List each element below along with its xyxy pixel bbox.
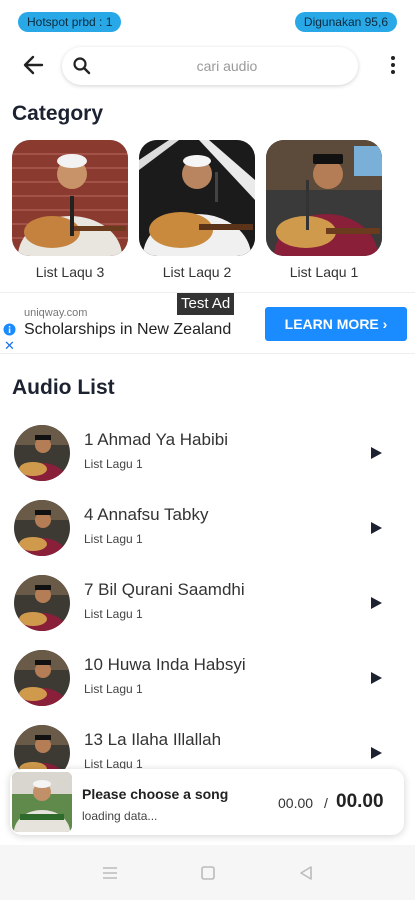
more-vert-icon [385,56,401,74]
player-song-title: Please choose a song [82,786,229,802]
total-time: 00.00 [336,791,384,812]
audio-title: 10 Huwa Inda Habsyi [84,655,246,674]
audio-list-heading: Audio List [12,376,115,399]
ad-headline[interactable]: Scholarships in New Zealand [24,321,231,339]
learn-more-button[interactable]: LEARN MORE › [265,307,407,341]
audio-thumbnail [14,500,70,556]
search-bar[interactable] [62,47,358,85]
arrow-left-icon [23,55,44,75]
ad-close-icon[interactable]: ✕ [4,339,15,352]
player-thumbnail [12,772,72,832]
category-heading: Category [12,102,104,125]
play-icon[interactable] [368,445,384,461]
audio-subtitle: List Lagu 1 [84,607,143,621]
play-icon[interactable] [368,745,384,761]
chevron-right-icon: › [382,316,388,332]
menu-icon[interactable] [100,863,120,883]
hotspot-status: Hotspot prbd : 1 [18,12,122,32]
audio-title: 1 Ahmad Ya Habibi [84,430,228,449]
ad-domain: uniqway.com [24,307,88,319]
mini-player[interactable]: Please choose a song loading data... 00.… [10,769,404,835]
current-time: 00.00 [278,795,314,811]
category-card[interactable]: List Laqu 1 [266,140,382,280]
audio-list-item[interactable]: 10 Huwa Inda Habsyi List Lagu 1 [0,650,415,720]
category-label: List Laqu 3 [35,264,105,280]
audio-list-item[interactable]: 1 Ahmad Ya Habibi List Lagu 1 [0,425,415,495]
time-separator: / [324,795,328,811]
audio-subtitle: List Lagu 1 [84,457,143,471]
search-icon [73,57,91,75]
back-button[interactable] [20,51,48,79]
system-nav-bar [0,845,415,900]
audio-thumbnail [14,650,70,706]
audio-subtitle: List Lagu 1 [84,532,143,546]
category-thumbnail [266,140,382,256]
audio-title: 7 Bil Qurani Saamdhi [84,580,245,599]
triangle-back-icon[interactable] [296,863,316,883]
audio-title: 4 Annafsu Tabky [84,505,209,524]
audio-subtitle: List Lagu 1 [84,682,143,696]
top-bar [0,45,415,87]
search-input[interactable] [102,47,352,85]
square-home-icon[interactable] [198,863,218,883]
category-label: List Laqu 2 [162,264,232,280]
learn-more-label: LEARN MORE [284,316,379,332]
more-options-button[interactable] [385,53,401,79]
data-usage-status: Digunakan 95,6 [294,12,397,32]
audio-thumbnail [14,575,70,631]
audio-thumbnail [14,425,70,481]
category-card[interactable]: List Laqu 2 [139,140,255,280]
category-label: List Laqu 1 [289,264,359,280]
audio-list-item[interactable]: 4 Annafsu Tabky List Lagu 1 [0,500,415,570]
player-status: loading data... [82,809,158,823]
audio-title: 13 La Ilaha Illallah [84,730,222,749]
play-icon[interactable] [368,595,384,611]
category-card[interactable]: List Laqu 3 [12,140,128,280]
play-icon[interactable] [368,520,384,536]
audio-list-item[interactable]: 7 Bil Qurani Saamdhi List Lagu 1 [0,575,415,645]
test-ad-badge: Test Ad [177,293,235,315]
category-thumbnail [12,140,128,256]
ad-info-icon[interactable] [3,323,16,336]
ad-banner[interactable]: Test Ad ✕ uniqway.com Scholarships in Ne… [0,292,415,354]
play-icon[interactable] [368,670,384,686]
category-thumbnail [139,140,255,256]
